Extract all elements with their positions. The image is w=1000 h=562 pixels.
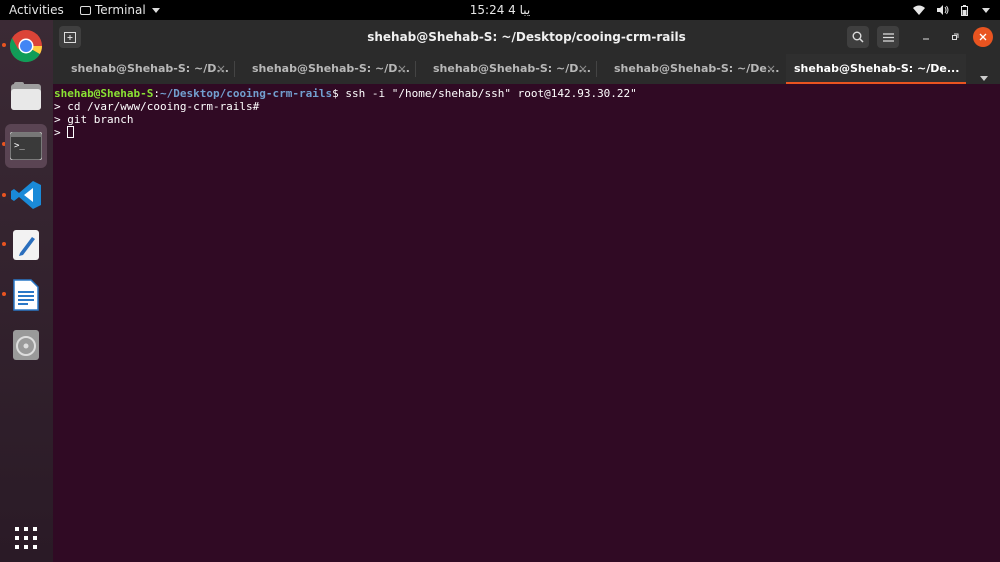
terminal-window: shehab@Shehab-S: ~/Desktop/cooing-crm-ra… (53, 20, 1000, 562)
tab-bar: shehab@Shehab-S: ~/D... × shehab@Shehab-… (53, 54, 1000, 84)
tab-label: shehab@Shehab-S: ~/D... (433, 62, 591, 75)
top-bar: Activities Terminal 15:24 4 يبا (0, 0, 1000, 20)
app-menu[interactable]: Terminal (80, 0, 160, 20)
hamburger-icon (882, 32, 894, 42)
terminal-icon[interactable]: >_ (5, 124, 47, 168)
tab-label: shehab@Shehab-S: ~/D... (252, 62, 410, 75)
tab-close-icon[interactable]: × (578, 54, 588, 84)
wifi-icon (913, 5, 925, 15)
command-text: ssh -i "/home/shehab/ssh" root@142.93.30… (345, 87, 637, 100)
tab-label: shehab@Shehab-S: ~/De... (794, 62, 960, 75)
writer-icon[interactable] (6, 275, 46, 315)
prompt-separator: : (153, 87, 160, 100)
title-bar[interactable]: shehab@Shehab-S: ~/Desktop/cooing-crm-ra… (53, 20, 1000, 54)
terminal-line: shehab@Shehab-S:~/Desktop/cooing-crm-rai… (54, 87, 1000, 100)
restore-icon (952, 33, 959, 40)
clock[interactable]: 15:24 4 يبا (470, 3, 530, 17)
tab-label: shehab@Shehab-S: ~/D... (71, 62, 229, 75)
tab-5-active[interactable]: shehab@Shehab-S: ~/De... (786, 54, 966, 84)
terminal-output[interactable]: shehab@Shehab-S:~/Desktop/cooing-crm-rai… (53, 84, 1000, 562)
tab-close-icon[interactable]: × (397, 54, 407, 84)
vscode-icon[interactable] (6, 175, 46, 215)
volume-icon (937, 5, 949, 15)
chrome-icon[interactable] (6, 26, 46, 66)
terminal-small-icon (80, 5, 91, 15)
text-cursor (67, 126, 75, 138)
disc-icon[interactable] (6, 325, 46, 365)
search-button[interactable] (847, 26, 869, 48)
tab-close-icon[interactable]: × (216, 54, 226, 84)
app-grid-icon[interactable] (6, 518, 46, 558)
terminal-line: > (54, 126, 1000, 139)
tab-label: shehab@Shehab-S: ~/De... (614, 62, 780, 75)
chevron-down-icon (151, 7, 160, 13)
tab-1[interactable]: shehab@Shehab-S: ~/D... × (53, 54, 234, 84)
prompt-path: ~/Desktop/cooing-crm-rails (159, 87, 333, 100)
system-menu-chevron-icon (982, 7, 990, 13)
app-menu-label: Terminal (95, 3, 146, 17)
text-editor-icon[interactable] (6, 225, 46, 265)
activities-button[interactable]: Activities (9, 0, 64, 20)
tab-3[interactable]: shehab@Shehab-S: ~/D... × (415, 54, 596, 84)
close-icon (979, 33, 987, 41)
battery-icon (961, 4, 968, 16)
tab-4[interactable]: shehab@Shehab-S: ~/De... × (596, 54, 786, 84)
maximize-button[interactable] (944, 26, 966, 48)
tab-list-dropdown[interactable] (978, 66, 988, 85)
search-icon (852, 31, 864, 43)
tab-close-icon[interactable]: × (766, 54, 776, 84)
hamburger-menu-button[interactable] (877, 26, 899, 48)
terminal-line: > git branch (54, 113, 134, 126)
new-tab-button[interactable] (59, 26, 81, 48)
files-icon[interactable] (6, 76, 46, 116)
new-tab-icon (64, 31, 76, 43)
chevron-down-icon (980, 76, 988, 81)
system-tray[interactable] (913, 0, 990, 20)
minimize-icon (923, 38, 929, 40)
terminal-line: > cd /var/www/cooing-crm-rails# (54, 100, 260, 113)
minimize-button[interactable] (915, 26, 937, 48)
tab-2[interactable]: shehab@Shehab-S: ~/D... × (234, 54, 415, 84)
dock: >_ (0, 20, 53, 562)
svg-text:>_: >_ (14, 141, 25, 151)
continuation-prompt: > (54, 126, 68, 139)
prompt-user: shehab@Shehab-S (54, 87, 154, 100)
close-button[interactable] (973, 27, 993, 47)
prompt-dollar: $ (332, 87, 346, 100)
